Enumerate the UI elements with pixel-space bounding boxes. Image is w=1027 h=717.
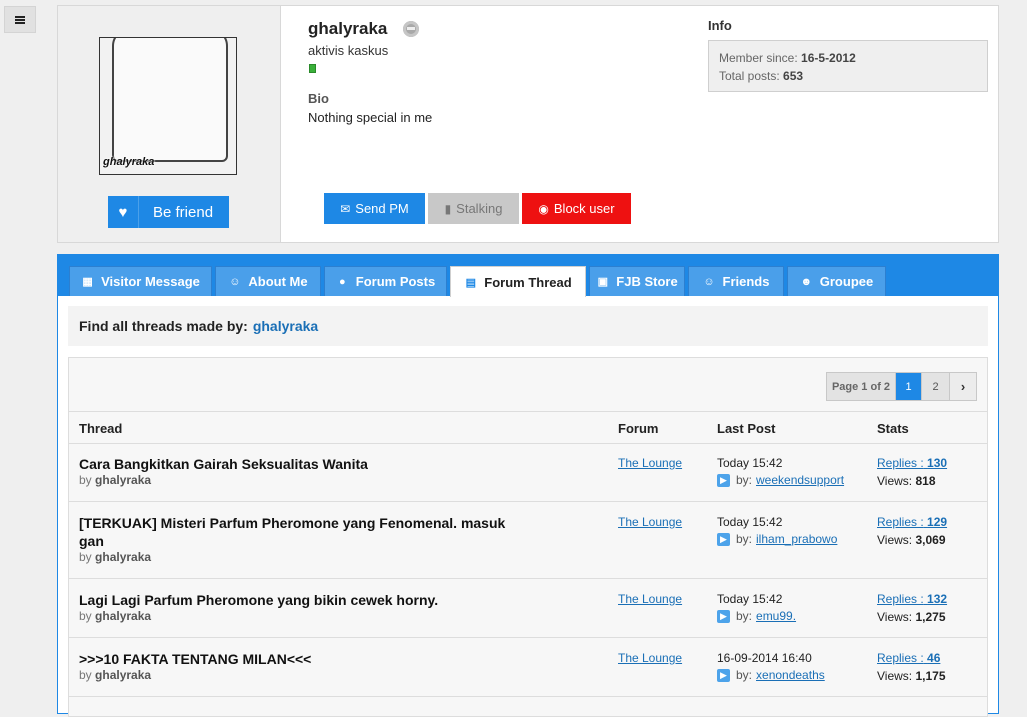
replies-link[interactable]: Replies : 132	[877, 592, 947, 606]
be-friend-label: Be friend	[153, 203, 214, 221]
cart-icon: ▣	[597, 276, 608, 288]
column-last-post: Last Post	[717, 421, 776, 436]
table-row: >>>10 FAKTA TENTANG MILAN<<< by ghalyrak…	[69, 638, 987, 697]
eye-slash-icon: ◉	[538, 201, 549, 216]
last-post-by: ▶ by: xenondeaths	[717, 668, 825, 682]
last-post-time: Today 15:42	[717, 515, 783, 529]
thread-author: by ghalyraka	[79, 550, 152, 564]
info-heading: Info	[708, 18, 732, 33]
bookmark-icon: ▮	[444, 201, 452, 216]
tab-visitor-message[interactable]: ▦ Visitor Message	[69, 266, 212, 296]
page-1-button[interactable]: 1	[896, 373, 922, 400]
stalking-label: Stalking	[456, 201, 503, 216]
next-page-icon[interactable]: ›	[950, 373, 976, 400]
message-icon: ▦	[82, 276, 93, 288]
offline-status-icon	[403, 21, 419, 37]
last-post-time: Today 15:42	[717, 456, 783, 470]
page-info: Page 1 of 2	[827, 373, 896, 400]
forum-link[interactable]: The Lounge	[618, 651, 682, 665]
avatar-column: ghalyraka ♥ Be friend	[58, 6, 281, 242]
avatar-tag: ghalyraka	[103, 156, 155, 168]
find-label: Find all threads made by:	[79, 318, 248, 334]
reputation-icon	[309, 64, 316, 73]
user-icon: ☺	[703, 275, 715, 288]
stalking-button[interactable]: ▮ Stalking	[428, 193, 519, 224]
table-row: Cara Bangkitkan Gairah Seksualitas Wanit…	[69, 443, 987, 502]
tab-bar: ▦ Visitor Message ☺ About Me ● Forum Posts …	[58, 255, 998, 297]
last-post-time: Today 15:42	[717, 592, 783, 606]
bio-heading: Bio	[308, 91, 329, 106]
user-icon: ☺	[229, 275, 241, 288]
chat-bubble-icon: ●	[338, 275, 346, 288]
go-to-post-icon[interactable]: ▶	[717, 473, 730, 487]
envelope-icon: ✉	[340, 201, 351, 216]
last-post-by: ▶ by: ilham_prabowo	[717, 532, 837, 546]
forum-link[interactable]: The Lounge	[618, 592, 682, 606]
views-count: Views: 3,069	[877, 533, 946, 547]
heart-icon: ♥	[108, 196, 139, 228]
username: ghalyraka	[308, 19, 388, 38]
last-poster-link[interactable]: xenondeaths	[756, 668, 825, 682]
calendar-icon: ▤	[465, 276, 476, 289]
views-count: Views: 1,175	[877, 669, 946, 683]
go-to-post-icon[interactable]: ▶	[717, 532, 730, 546]
block-user-button[interactable]: ◉ Block user	[522, 193, 631, 224]
send-pm-label: Send PM	[355, 201, 409, 216]
find-username-link[interactable]: ghalyraka	[253, 318, 318, 334]
last-post-by: ▶ by: emu99.	[717, 609, 796, 623]
column-thread: Thread	[79, 421, 123, 436]
last-post-by: ▶ by: weekendsupport	[717, 473, 844, 487]
forum-link[interactable]: The Lounge	[618, 515, 682, 529]
thread-title-link[interactable]: [TERKUAK] Misteri Parfum Pheromone yang …	[79, 514, 529, 550]
tab-forum-thread[interactable]: ▤ Forum Thread	[450, 266, 586, 297]
go-to-post-icon[interactable]: ▶	[717, 668, 730, 682]
last-poster-link[interactable]: ilham_prabowo	[756, 532, 837, 546]
table-header: Thread Forum Last Post Stats	[69, 411, 987, 444]
avatar: ghalyraka	[99, 37, 237, 175]
info-box: Member since: 16-5-2012 Total posts: 653	[708, 40, 988, 92]
tab-groupee[interactable]: ☻ Groupee	[787, 266, 886, 296]
replies-link[interactable]: Replies : 46	[877, 651, 940, 665]
column-forum: Forum	[618, 421, 659, 436]
views-count: Views: 1,275	[877, 610, 946, 624]
total-posts: Total posts: 653	[719, 69, 804, 83]
thread-author: by ghalyraka	[79, 473, 152, 487]
replies-link[interactable]: Replies : 130	[877, 456, 947, 470]
pagination: Page 1 of 2 1 2 ›	[826, 372, 977, 401]
avatar-shirt-graphic	[112, 38, 228, 162]
find-threads-header: Find all threads made by: ghalyraka	[68, 306, 988, 346]
thread-author: by ghalyraka	[79, 609, 152, 623]
member-since: Member since: 16-5-2012	[719, 51, 856, 65]
go-to-post-icon[interactable]: ▶	[717, 609, 730, 623]
tab-about-me[interactable]: ☺ About Me	[215, 266, 321, 296]
block-user-label: Block user	[553, 201, 615, 216]
last-post-time: 16-09-2014 16:40	[717, 651, 812, 665]
page-2-button[interactable]: 2	[922, 373, 950, 400]
last-poster-link[interactable]: weekendsupport	[756, 473, 844, 487]
thread-title-link[interactable]: >>>10 FAKTA TENTANG MILAN<<<	[79, 650, 529, 668]
forum-link[interactable]: The Lounge	[618, 456, 682, 470]
group-icon: ☻	[800, 275, 813, 288]
bio-text: Nothing special in me	[308, 110, 433, 125]
hamburger-icon	[15, 15, 25, 24]
last-poster-link[interactable]: emu99.	[756, 609, 796, 623]
send-pm-button[interactable]: ✉ Send PM	[324, 193, 425, 224]
thread-list: Page 1 of 2 1 2 › Thread Forum Last Post…	[68, 357, 988, 717]
be-friend-button[interactable]: ♥ Be friend	[108, 196, 229, 228]
profile-card: ghalyraka ♥ Be friend ghalyraka aktivis …	[57, 5, 999, 243]
tab-fjb-store[interactable]: ▣ FJB Store	[589, 266, 685, 296]
column-stats: Stats	[877, 421, 909, 436]
table-row: [TERKUAK] Misteri Parfum Pheromone yang …	[69, 502, 987, 579]
thread-title-link[interactable]: Cara Bangkitkan Gairah Seksualitas Wanit…	[79, 455, 529, 473]
menu-button[interactable]	[4, 6, 36, 33]
table-row: Lagi Lagi Parfum Pheromone yang bikin ce…	[69, 579, 987, 638]
user-title: aktivis kaskus	[308, 43, 389, 58]
tab-forum-posts[interactable]: ● Forum Posts	[324, 266, 447, 296]
thread-title-link[interactable]: Lagi Lagi Parfum Pheromone yang bikin ce…	[79, 591, 529, 609]
thread-author: by ghalyraka	[79, 668, 152, 682]
tab-friends[interactable]: ☺ Friends	[688, 266, 784, 296]
tab-panel: ▦ Visitor Message ☺ About Me ● Forum Posts …	[57, 254, 999, 717]
views-count: Views: 818	[877, 474, 936, 488]
replies-link[interactable]: Replies : 129	[877, 515, 947, 529]
